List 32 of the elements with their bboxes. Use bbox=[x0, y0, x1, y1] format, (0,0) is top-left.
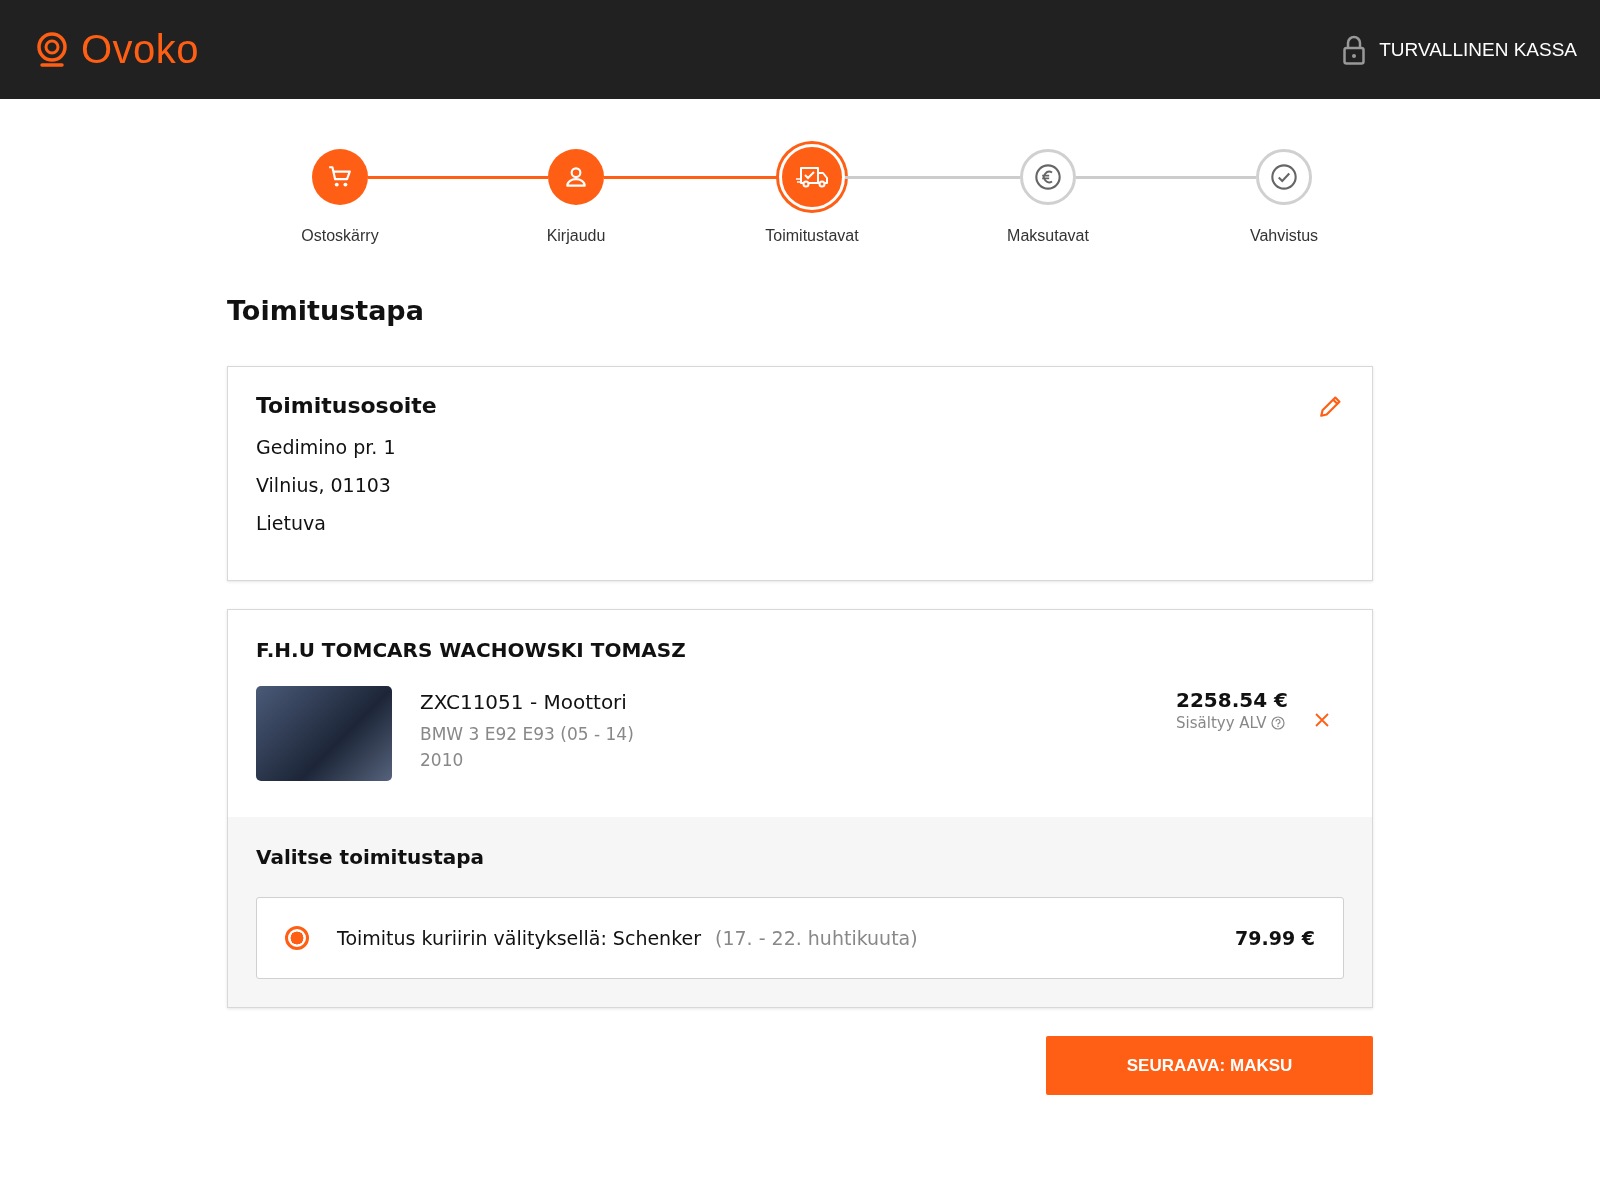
item-model: BMW 3 E92 E93 (05 - 14) bbox=[420, 724, 635, 744]
logo-icon bbox=[35, 30, 69, 69]
radio-button[interactable] bbox=[285, 926, 309, 950]
option-dates: (17. - 22. huhtikuuta) bbox=[715, 927, 918, 949]
address-line: Lietuva bbox=[256, 512, 327, 534]
user-icon bbox=[563, 164, 589, 190]
step-label: Kirjaudu bbox=[546, 227, 606, 245]
item-price: 2258.54 € bbox=[1176, 688, 1288, 712]
lock-icon bbox=[1343, 34, 1366, 65]
section-title: Valitse toimitustapa bbox=[256, 845, 485, 869]
euro-icon bbox=[1034, 163, 1062, 191]
step-label: Toimitustavat bbox=[765, 227, 859, 245]
option-label: Toimitus kuriirin välityksellä: Schenker bbox=[337, 927, 701, 949]
logo-text[interactable]: Ovoko bbox=[81, 27, 200, 72]
secure-checkout-label: TURVALLINEN KASSA bbox=[1379, 38, 1577, 61]
option-price: 79.99 € bbox=[1235, 927, 1315, 949]
delivery-option[interactable]: Toimitus kuriirin välityksellä: Schenker (17. - 22. huhtikuuta) 79.99 € bbox=[256, 897, 1344, 979]
item-title[interactable]: ZXC11051 - Moottori bbox=[420, 690, 1176, 714]
page-title: Toimitustapa bbox=[227, 295, 425, 326]
step-label: Ostoskärry bbox=[301, 227, 379, 245]
step-label: Maksutavat bbox=[1007, 227, 1089, 245]
checkmark-icon bbox=[1270, 163, 1298, 191]
close-icon[interactable] bbox=[1314, 712, 1330, 728]
address-line: Vilnius, 01103 bbox=[256, 474, 392, 496]
vat-note: Sisältyy ALV bbox=[1176, 714, 1267, 732]
help-icon[interactable] bbox=[1270, 716, 1285, 730]
card-title: Toimitusosoite bbox=[256, 393, 437, 418]
seller-name: F.H.U TOMCARS WACHOWSKI TOMASZ bbox=[256, 638, 687, 662]
item-year: 2010 bbox=[420, 750, 465, 770]
address-line: Gedimino pr. 1 bbox=[256, 436, 397, 458]
step-label: Vahvistus bbox=[1249, 227, 1319, 245]
pencil-icon[interactable] bbox=[1318, 393, 1344, 419]
